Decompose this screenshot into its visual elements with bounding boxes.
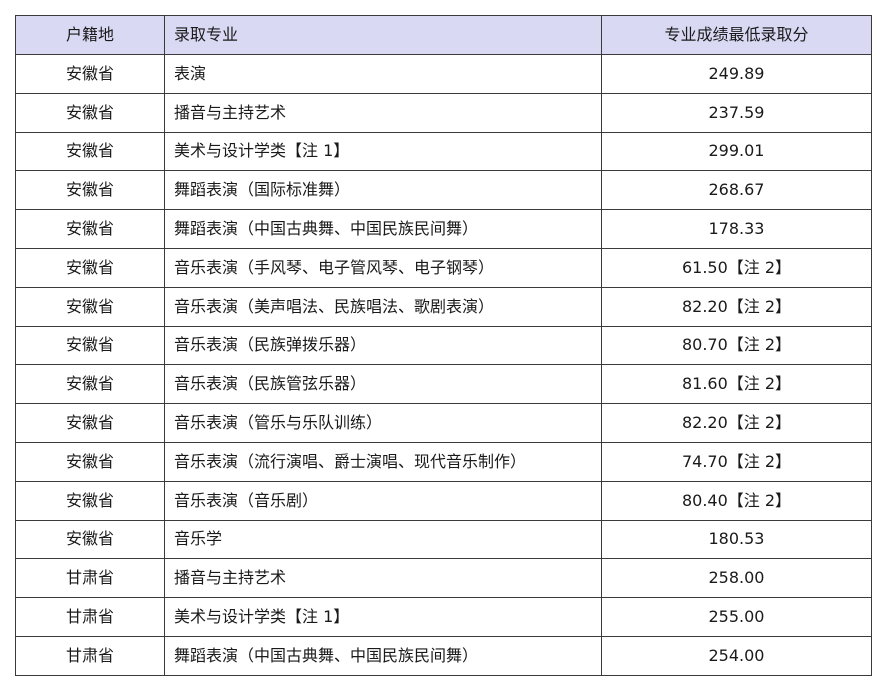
cell-region: 安徽省: [15, 247, 165, 288]
cell-score: 258.00: [601, 558, 872, 599]
cell-major: 舞蹈表演（国际标准舞）: [164, 170, 602, 211]
cell-score: 80.40【注 2】: [601, 480, 872, 521]
cell-major: 舞蹈表演（中国古典舞、中国民族民间舞）: [164, 209, 602, 249]
admission-table-container: 户籍地 录取专业 专业成绩最低录取分 安徽省 表演 249.89 安徽省 播音与主持艺术…: [15, 15, 872, 676]
table-row: 安徽省 音乐表演（流行演唱、爵士演唱、现代音乐制作） 74.70【注 2】: [15, 441, 872, 482]
table-row: 安徽省 舞蹈表演（中国古典舞、中国民族民间舞） 178.33: [15, 209, 872, 249]
table-row: 安徽省 音乐表演（民族弹拨乐器） 80.70【注 2】: [15, 325, 872, 366]
cell-score: 254.00: [601, 635, 872, 676]
cell-major: 美术与设计学类【注 1】: [164, 597, 602, 637]
table-row: 安徽省 表演 249.89: [15, 54, 872, 94]
table-body: 安徽省 表演 249.89 安徽省 播音与主持艺术 237.59 安徽省 美术与设计学类【注 …: [15, 54, 872, 676]
cell-region: 安徽省: [15, 170, 165, 211]
cell-major: 音乐表演（美声唱法、民族唱法、歌剧表演）: [164, 286, 602, 327]
cell-region: 安徽省: [15, 286, 165, 327]
cell-score: 82.20【注 2】: [601, 403, 872, 443]
cell-major: 音乐表演（音乐剧）: [164, 480, 602, 521]
table-row: 安徽省 音乐表演（音乐剧） 80.40【注 2】: [15, 480, 872, 521]
table-row: 甘肃省 美术与设计学类【注 1】 255.00: [15, 597, 872, 637]
table-row: 安徽省 音乐表演（手风琴、电子管风琴、电子钢琴） 61.50【注 2】: [15, 247, 872, 288]
table-row: 甘肃省 播音与主持艺术 258.00: [15, 558, 872, 599]
cell-region: 安徽省: [15, 480, 165, 521]
cell-region: 安徽省: [15, 54, 165, 94]
cell-score: 268.67: [601, 170, 872, 211]
table-row: 安徽省 音乐表演（美声唱法、民族唱法、歌剧表演） 82.20【注 2】: [15, 286, 872, 327]
cell-region: 安徽省: [15, 364, 165, 405]
cell-score: 299.01: [601, 131, 872, 172]
cell-major: 播音与主持艺术: [164, 92, 602, 133]
header-score: 专业成绩最低录取分: [601, 15, 872, 55]
cell-region: 甘肃省: [15, 597, 165, 637]
cell-major: 音乐表演（民族管弦乐器）: [164, 364, 602, 405]
cell-region: 安徽省: [15, 403, 165, 443]
cell-score: 237.59: [601, 92, 872, 133]
table-row: 安徽省 音乐表演（管乐与乐队训练） 82.20【注 2】: [15, 403, 872, 443]
cell-region: 安徽省: [15, 441, 165, 482]
cell-major: 音乐表演（民族弹拨乐器）: [164, 325, 602, 366]
table-row: 安徽省 美术与设计学类【注 1】 299.01: [15, 131, 872, 172]
table-row: 安徽省 播音与主持艺术 237.59: [15, 92, 872, 133]
cell-region: 安徽省: [15, 325, 165, 366]
cell-region: 安徽省: [15, 131, 165, 172]
cell-score: 82.20【注 2】: [601, 286, 872, 327]
admission-score-table: 户籍地 录取专业 专业成绩最低录取分 安徽省 表演 249.89 安徽省 播音与主持艺术…: [15, 15, 872, 676]
table-row: 安徽省 舞蹈表演（国际标准舞） 268.67: [15, 170, 872, 211]
cell-score: 180.53: [601, 519, 872, 560]
cell-major: 播音与主持艺术: [164, 558, 602, 599]
cell-region: 甘肃省: [15, 558, 165, 599]
cell-score: 81.60【注 2】: [601, 364, 872, 405]
table-header: 户籍地 录取专业 专业成绩最低录取分: [15, 15, 872, 55]
cell-region: 甘肃省: [15, 635, 165, 676]
cell-major: 音乐表演（手风琴、电子管风琴、电子钢琴）: [164, 247, 602, 288]
cell-major: 表演: [164, 54, 602, 94]
header-region: 户籍地: [15, 15, 165, 55]
cell-score: 249.89: [601, 54, 872, 94]
cell-region: 安徽省: [15, 519, 165, 560]
cell-major: 美术与设计学类【注 1】: [164, 131, 602, 172]
cell-major: 音乐学: [164, 519, 602, 560]
cell-score: 255.00: [601, 597, 872, 637]
cell-score: 178.33: [601, 209, 872, 249]
cell-major: 音乐表演（流行演唱、爵士演唱、现代音乐制作）: [164, 441, 602, 482]
cell-score: 74.70【注 2】: [601, 441, 872, 482]
table-row: 安徽省 音乐表演（民族管弦乐器） 81.60【注 2】: [15, 364, 872, 405]
table-row: 甘肃省 舞蹈表演（中国古典舞、中国民族民间舞） 254.00: [15, 635, 872, 676]
cell-region: 安徽省: [15, 92, 165, 133]
table-row: 安徽省 音乐学 180.53: [15, 519, 872, 560]
header-row: 户籍地 录取专业 专业成绩最低录取分: [15, 15, 872, 55]
cell-region: 安徽省: [15, 209, 165, 249]
cell-score: 80.70【注 2】: [601, 325, 872, 366]
header-major: 录取专业: [164, 15, 602, 55]
cell-score: 61.50【注 2】: [601, 247, 872, 288]
cell-major: 音乐表演（管乐与乐队训练）: [164, 403, 602, 443]
cell-major: 舞蹈表演（中国古典舞、中国民族民间舞）: [164, 635, 602, 676]
